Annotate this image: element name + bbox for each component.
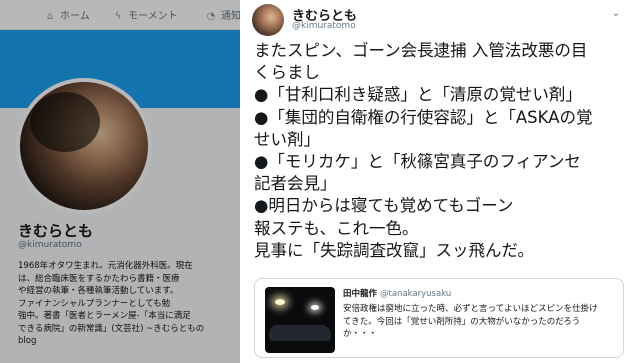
- tweet-text: またスピン、ゴーン会長逮捕 入管法改悪の目 くらまし ●「甘利口利き疑惑」と「清…: [254, 40, 632, 262]
- tweet-avatar[interactable]: [252, 4, 284, 36]
- quoted-line: か・・・: [343, 329, 378, 339]
- tweet-line: ●「集団的自衛権の行使容認」と「ASKAの覚: [254, 107, 593, 127]
- quoted-author-name: 田中龍作: [343, 289, 378, 299]
- background-profile-page: ⌂ ホーム ϟ モーメント ◔ 通知 きむらとも @kimuratomo 1968年オ…: [0, 0, 240, 363]
- tweet-line: 見事に「失踪調査改竄」スッ飛んだ。: [254, 240, 535, 260]
- tweet-line: ●明日からは寝ても覚めてもゴーン: [254, 196, 514, 216]
- quoted-author-handle: @tanakaryusaku: [380, 289, 452, 299]
- tweet-line: ●「モリカケ」と「秋篠宮真子のフィアンセ: [254, 152, 581, 172]
- tweet-line: 記者会見」: [254, 174, 337, 194]
- chevron-down-icon[interactable]: ⌄: [608, 8, 624, 22]
- tweet-line: ●「甘利口利き疑惑」と「清原の覚せい剤」: [254, 85, 582, 105]
- tweet-line: またスピン、ゴーン会長逮捕 入管法改悪の目: [254, 41, 588, 60]
- quoted-tweet-photo[interactable]: [265, 287, 335, 353]
- tweet-line: せい剤」: [254, 129, 320, 149]
- quoted-tweet[interactable]: 田中龍作 @tanakaryusaku 安倍政権は窮地に立った時、必ずと言ってよい…: [254, 278, 624, 358]
- modal-overlay[interactable]: [0, 0, 240, 363]
- quoted-line: てきた。今回は「覚せい剤所持」の大物がいなかったのだろう: [343, 316, 581, 327]
- tweet-line: 報ステも、これ一色。: [254, 218, 419, 238]
- quoted-line: 安倍政権は窮地に立った時、必ずと言ってよいほどスピンを仕掛け: [343, 304, 598, 314]
- quoted-tweet-text: 安倍政権は窮地に立った時、必ずと言ってよいほどスピンを仕掛け てきた。今回は「覚…: [343, 303, 617, 341]
- tweet-author-handle[interactable]: @kimuratomo: [292, 21, 356, 31]
- quoted-tweet-author: 田中龍作 @tanakaryusaku: [343, 287, 451, 299]
- tweet-card: きむらとも @kimuratomo ⌄ またスピン、ゴーン会長逮捕 入管法改悪の…: [240, 0, 638, 363]
- tweet-line: くらまし: [254, 63, 320, 83]
